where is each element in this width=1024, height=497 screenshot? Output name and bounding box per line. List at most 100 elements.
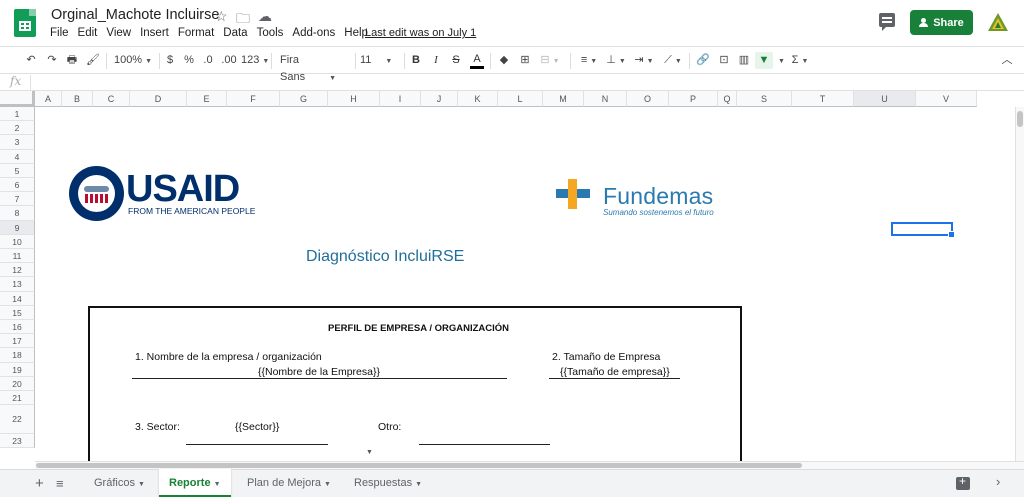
- currency-button[interactable]: $: [164, 52, 176, 69]
- tab-plan-de-mejora[interactable]: Plan de Mejora ▼: [237, 469, 341, 497]
- column-header[interactable]: M: [543, 91, 584, 107]
- row-header[interactable]: 5: [0, 163, 35, 178]
- percent-button[interactable]: %: [182, 52, 196, 69]
- column-header[interactable]: D: [130, 91, 187, 107]
- increase-decimal-button[interactable]: .00: [219, 52, 239, 69]
- collapse-toolbar-icon[interactable]: ︿: [1000, 52, 1014, 69]
- filter-views-caret-icon[interactable]: ▼: [775, 52, 785, 69]
- sheets-logo-icon[interactable]: [14, 9, 36, 37]
- row-header[interactable]: 14: [0, 291, 35, 306]
- text-wrap-icon[interactable]: ⇥ ▼: [632, 52, 656, 69]
- horizontal-scroll-thumb[interactable]: [36, 463, 802, 468]
- column-header[interactable]: S: [737, 91, 792, 107]
- row-header[interactable]: 11: [0, 249, 35, 264]
- undo-icon[interactable]: ↶: [23, 52, 39, 69]
- cloud-status-icon[interactable]: ☁: [258, 8, 272, 25]
- tab-respuestas[interactable]: Respuestas ▼: [344, 469, 432, 497]
- horizontal-align-icon[interactable]: ≡ ▼: [577, 52, 601, 69]
- column-header[interactable]: L: [498, 91, 543, 107]
- column-header[interactable]: K: [458, 91, 498, 107]
- vertical-scrollbar[interactable]: [1015, 107, 1024, 461]
- star-icon[interactable]: ☆: [215, 8, 228, 25]
- borders-icon[interactable]: ⊞: [518, 52, 532, 69]
- menu-insert[interactable]: Insert: [140, 27, 169, 39]
- row-header[interactable]: 20: [0, 376, 35, 391]
- row-header[interactable]: 10: [0, 234, 35, 249]
- column-header[interactable]: T: [792, 91, 854, 107]
- row-header[interactable]: 9: [0, 220, 35, 235]
- row-header[interactable]: 17: [0, 334, 35, 349]
- menu-file[interactable]: File: [50, 27, 69, 39]
- vertical-align-icon[interactable]: ⊥ ▼: [604, 52, 628, 69]
- paint-format-icon[interactable]: 🖌: [86, 52, 100, 69]
- row-header[interactable]: 12: [0, 263, 35, 278]
- row-header[interactable]: 4: [0, 149, 35, 164]
- print-icon[interactable]: 🖶: [64, 52, 80, 69]
- explore-icon[interactable]: [956, 474, 970, 490]
- row-header[interactable]: 21: [0, 391, 35, 406]
- formula-bar[interactable]: fx: [0, 74, 1024, 91]
- side-panel-arrow-icon[interactable]: ›: [996, 474, 1000, 489]
- column-header[interactable]: F: [227, 91, 280, 107]
- column-header[interactable]: O: [627, 91, 669, 107]
- column-header[interactable]: P: [669, 91, 718, 107]
- column-header[interactable]: H: [328, 91, 380, 107]
- row-header[interactable]: 13: [0, 277, 35, 292]
- redo-icon[interactable]: ↷: [44, 52, 60, 69]
- row-header[interactable]: 3: [0, 135, 35, 150]
- column-header[interactable]: A: [35, 91, 62, 107]
- row-header[interactable]: 1: [0, 107, 35, 122]
- menu-addons[interactable]: Add-ons: [292, 27, 335, 39]
- merge-cells-icon[interactable]: ⊟ ▼: [539, 52, 561, 69]
- italic-button[interactable]: I: [430, 52, 442, 69]
- font-size-select[interactable]: 11 ▼: [360, 52, 400, 69]
- filter-icon[interactable]: ▼: [755, 52, 773, 69]
- column-header[interactable]: E: [187, 91, 227, 107]
- row-header[interactable]: 22: [0, 405, 35, 435]
- column-header[interactable]: Q: [718, 91, 737, 107]
- insert-comment-icon[interactable]: ⊡: [716, 52, 732, 69]
- insert-chart-icon[interactable]: ▥: [736, 52, 752, 69]
- tab-reporte[interactable]: Reporte ▼: [159, 469, 231, 497]
- menu-view[interactable]: View: [106, 27, 131, 39]
- select-all-corner[interactable]: [0, 91, 35, 107]
- more-formats-select[interactable]: 123 ▼: [241, 52, 269, 69]
- menu-edit[interactable]: Edit: [78, 27, 98, 39]
- row-header[interactable]: 23: [0, 434, 35, 449]
- fill-color-icon[interactable]: ◆: [497, 52, 511, 69]
- column-header[interactable]: G: [280, 91, 328, 107]
- document-title[interactable]: Orginal_Machote Incluirse: [51, 7, 219, 23]
- row-header[interactable]: 7: [0, 192, 35, 207]
- row-header[interactable]: 16: [0, 320, 35, 335]
- all-sheets-icon[interactable]: ≡: [56, 476, 64, 491]
- column-header[interactable]: J: [421, 91, 458, 107]
- selected-cell[interactable]: [891, 222, 955, 238]
- dropdown-arrow-icon[interactable]: ▼: [366, 449, 373, 456]
- tab-graficos[interactable]: Gráficos ▼: [84, 469, 155, 497]
- company-name-value[interactable]: {{Nombre de la Empresa}}: [258, 366, 380, 378]
- row-header[interactable]: 18: [0, 348, 35, 363]
- add-sheet-icon[interactable]: +: [35, 475, 44, 492]
- avatar[interactable]: [986, 11, 1010, 35]
- last-edit-link[interactable]: Last edit was on July 1: [365, 27, 476, 39]
- row-header[interactable]: 6: [0, 178, 35, 193]
- strikethrough-button[interactable]: S: [450, 52, 462, 69]
- insert-link-icon[interactable]: 🔗: [695, 52, 711, 69]
- column-header[interactable]: B: [62, 91, 93, 107]
- font-family-select[interactable]: Fira Sans ▼: [280, 52, 350, 83]
- column-header[interactable]: N: [584, 91, 627, 107]
- share-button[interactable]: Share: [910, 10, 973, 35]
- menu-tools[interactable]: Tools: [257, 27, 284, 39]
- bold-button[interactable]: B: [410, 52, 422, 69]
- functions-button[interactable]: Σ ▼: [789, 52, 811, 69]
- column-header[interactable]: V: [916, 91, 977, 107]
- text-color-button[interactable]: A: [470, 52, 484, 69]
- sector-value[interactable]: {{Sector}}: [235, 421, 279, 433]
- text-rotation-icon[interactable]: ⟋ ▼: [661, 52, 685, 69]
- row-header[interactable]: 19: [0, 362, 35, 377]
- column-header[interactable]: I: [380, 91, 421, 107]
- column-header[interactable]: U: [854, 91, 916, 107]
- zoom-select[interactable]: 100% ▼: [112, 52, 154, 69]
- comment-history-icon[interactable]: [879, 13, 895, 31]
- company-size-value[interactable]: {{Tamaño de empresa}}: [560, 366, 670, 378]
